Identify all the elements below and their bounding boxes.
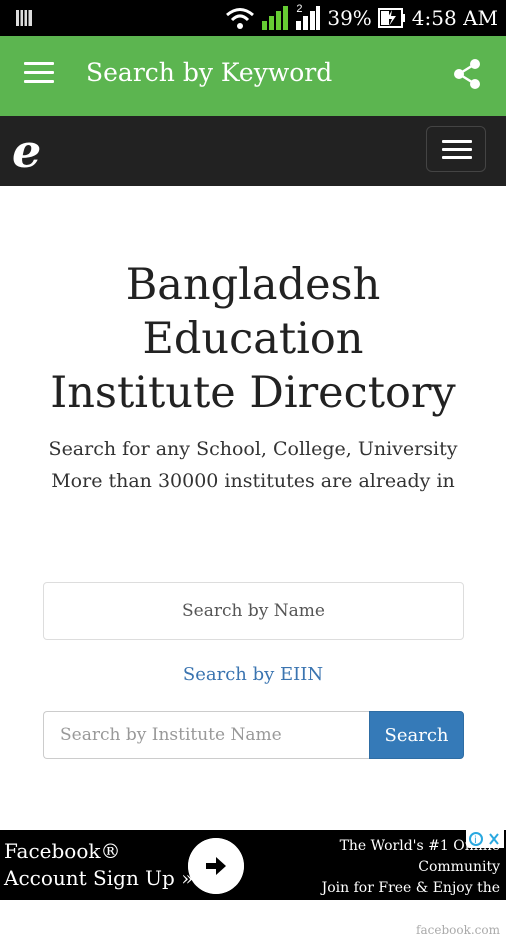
ad-banner[interactable]: Facebook® Account Sign Up » The World's … — [0, 830, 506, 937]
page-title-line: Education — [142, 314, 364, 364]
subtitle-line-1: Search for any School, College, Universi… — [48, 438, 458, 460]
institute-search-form: Search — [43, 711, 464, 759]
battery-percent: 39% — [327, 6, 372, 30]
notification-icon — [16, 10, 32, 26]
share-icon[interactable] — [452, 58, 482, 90]
adchoices-icon[interactable]: i — [466, 830, 504, 848]
ad-headline: Facebook® Account Sign Up » — [4, 838, 193, 892]
status-bar: 2 39% 4:58 AM — [0, 0, 506, 36]
search-button[interactable]: Search — [369, 711, 464, 759]
signal-icon — [262, 6, 289, 30]
subtitle-line-2: More than 30000 institutes are already i… — [51, 470, 455, 492]
ad-description-line-2: Join for Free & Enjoy the Benefits! — [321, 880, 500, 917]
page-title-line: Bangladesh — [125, 260, 381, 310]
signal-2-icon: 2 — [295, 3, 321, 31]
battery-charging-icon — [377, 8, 405, 28]
ad-headline-line-2: Account Sign Up » — [4, 866, 194, 890]
app-bar: Search by Keyword — [0, 36, 506, 116]
navbar-toggle-button[interactable] — [426, 126, 486, 172]
svg-text:i: i — [474, 835, 477, 846]
wifi-icon — [226, 8, 255, 29]
ad-headline-line-1: Facebook® — [4, 839, 121, 863]
ad-description: The World's #1 Online Community Join for… — [268, 836, 500, 941]
sim-badge: 2 — [295, 3, 304, 15]
site-logo[interactable]: e — [12, 124, 41, 178]
search-by-name-field[interactable]: Search by Name — [43, 582, 464, 640]
app-bar-title: Search by Keyword — [86, 58, 333, 87]
ad-domain: facebook.com — [416, 923, 500, 937]
search-by-eiin-link[interactable]: Search by EIIN — [0, 664, 506, 685]
page-title-line: Institute Directory — [50, 368, 456, 418]
page-title: Bangladesh Education Institute Directory — [0, 258, 506, 420]
clock: 4:58 AM — [411, 6, 498, 30]
menu-icon[interactable] — [24, 62, 54, 86]
institute-search-input[interactable] — [43, 711, 369, 759]
site-navbar: e — [0, 116, 506, 186]
arrow-right-icon[interactable] — [188, 838, 244, 894]
